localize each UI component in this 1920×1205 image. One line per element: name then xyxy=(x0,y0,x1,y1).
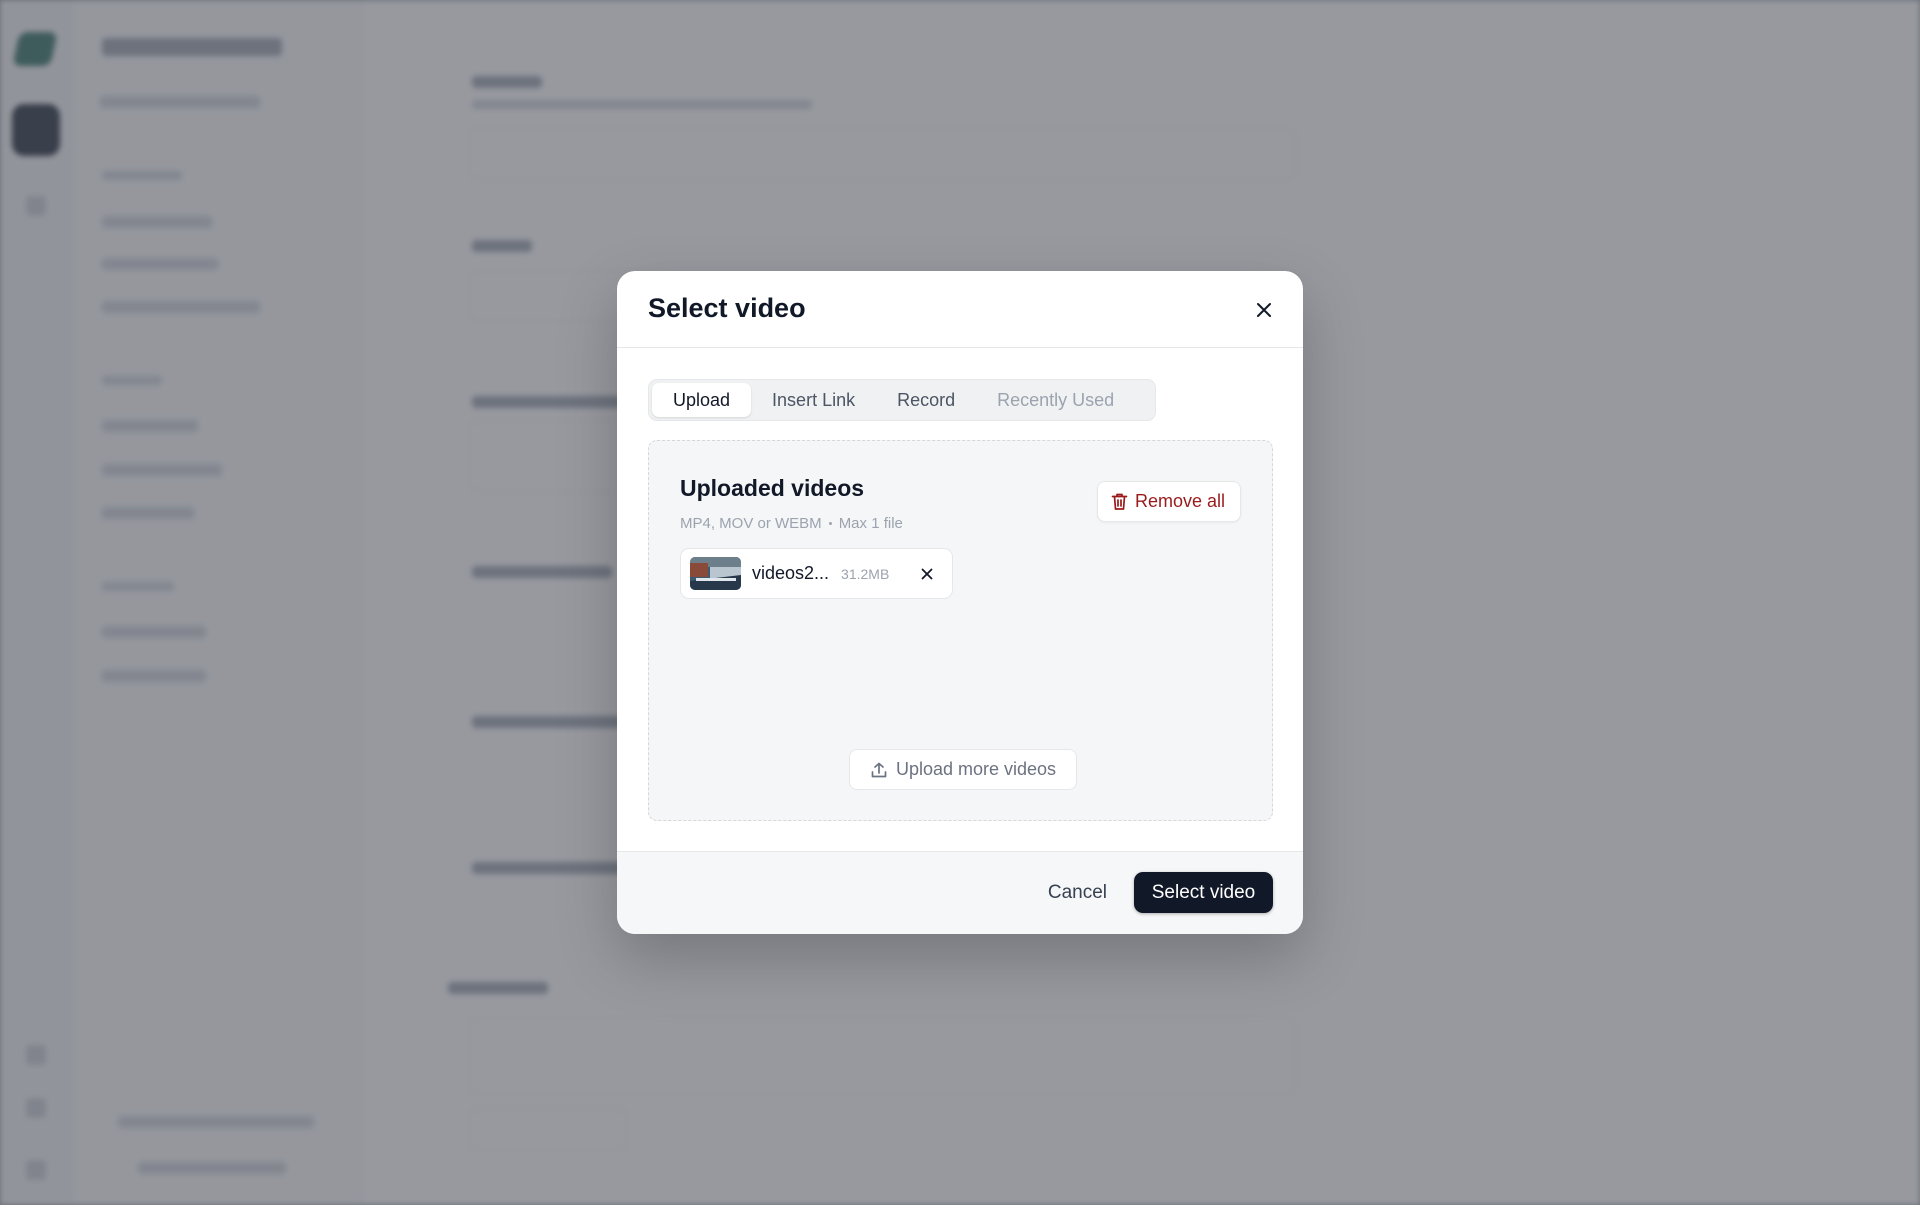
dialog-header: Select video xyxy=(617,271,1303,348)
file-limit: Max 1 file xyxy=(838,515,903,532)
select-video-dialog: Select video Upload Insert Link Record R… xyxy=(617,271,1303,934)
remove-all-button[interactable]: Remove all xyxy=(1096,481,1241,522)
uploaded-videos-heading: Uploaded videos xyxy=(680,475,865,501)
uploaded-file-item: videos2... 31.2MB xyxy=(680,548,953,599)
upload-dropzone[interactable]: Uploaded videos MP4, MOV or WEBM Max 1 f… xyxy=(648,440,1273,821)
remove-file-button[interactable] xyxy=(918,565,936,583)
upload-icon xyxy=(871,762,887,777)
remove-all-label: Remove all xyxy=(1134,491,1225,511)
source-tabs: Upload Insert Link Record Recently Used xyxy=(648,379,1156,421)
video-thumbnail xyxy=(690,557,741,590)
tab-record[interactable]: Record xyxy=(876,383,976,417)
select-video-button[interactable]: Select video xyxy=(1134,872,1273,913)
upload-more-label: Upload more videos xyxy=(895,759,1057,779)
upload-more-button[interactable]: Upload more videos xyxy=(849,749,1077,790)
trash-icon xyxy=(1111,493,1128,510)
tab-upload[interactable]: Upload xyxy=(652,383,752,417)
close-button[interactable] xyxy=(1253,299,1275,321)
close-icon xyxy=(1257,303,1271,317)
separator-dot xyxy=(828,522,832,525)
upload-constraints: MP4, MOV or WEBM Max 1 file xyxy=(680,515,903,532)
file-name: videos2... xyxy=(752,563,830,583)
remove-file-icon xyxy=(921,568,933,579)
tab-insert-link[interactable]: Insert Link xyxy=(751,383,876,417)
cancel-button[interactable]: Cancel xyxy=(1037,872,1118,913)
accepted-formats: MP4, MOV or WEBM xyxy=(680,515,822,532)
dialog-title: Select video xyxy=(648,293,806,323)
file-size: 31.2MB xyxy=(841,565,890,582)
dialog-footer: Cancel Select video xyxy=(617,851,1303,934)
tab-recently-used[interactable]: Recently Used xyxy=(976,383,1135,417)
